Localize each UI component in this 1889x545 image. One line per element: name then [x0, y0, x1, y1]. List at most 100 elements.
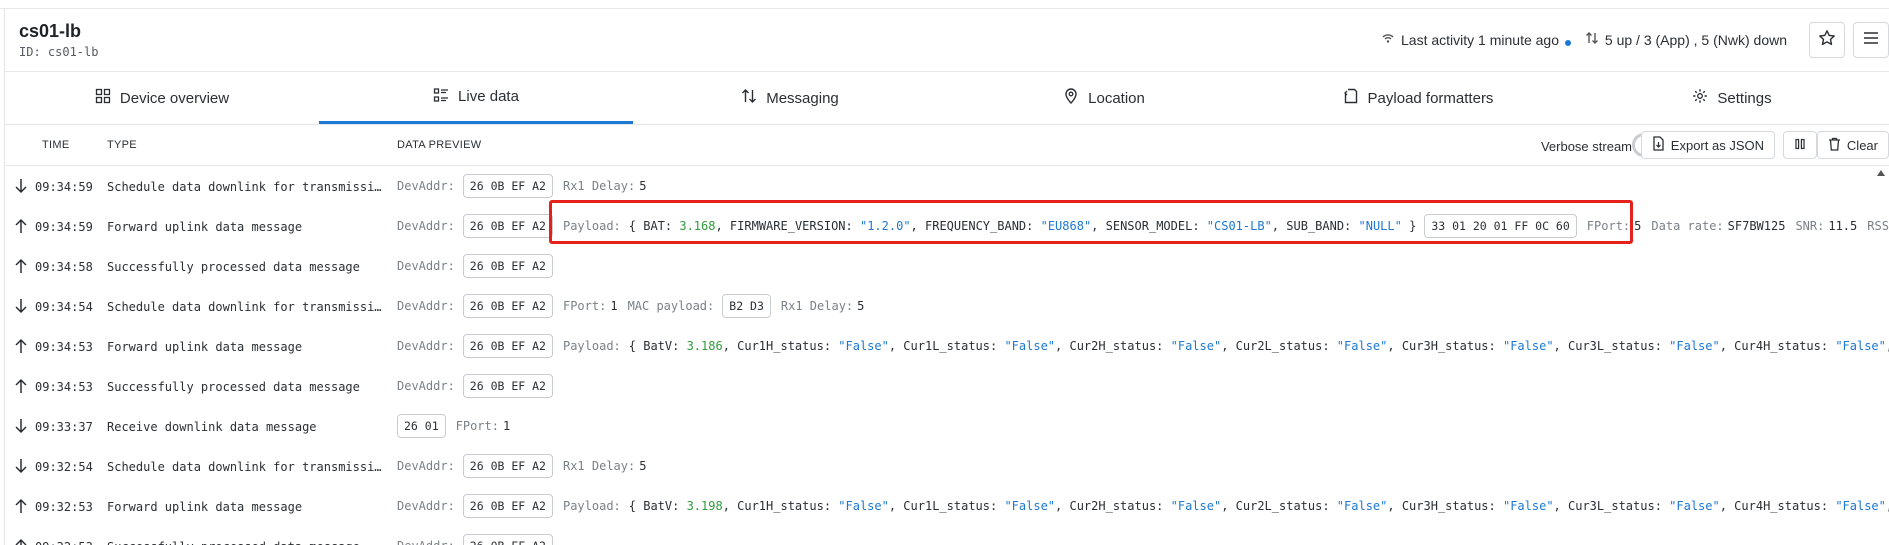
event-list: 09:34:59 Schedule data downlink for trans…	[5, 166, 1889, 545]
event-row[interactable]: 09:32:54 Schedule data downlink for trans…	[5, 446, 1889, 486]
data-preview: 26 01 FPort: 1	[397, 412, 510, 440]
field-value: 5	[639, 459, 647, 473]
pause-icon	[1794, 138, 1806, 153]
event-type: Successfully processed data message	[107, 260, 360, 274]
event-time: 09:34:59	[35, 220, 93, 234]
event-type: Schedule data downlink for transmissi…	[107, 300, 382, 314]
arrow-down-icon	[14, 418, 28, 434]
event-row[interactable]: 09:34:59 Schedule data downlink for trans…	[5, 166, 1889, 206]
tab-device-overview[interactable]: Device overview	[5, 72, 319, 124]
field-label: DevAddr:	[397, 499, 455, 513]
payload-key: , Cur1H_status:	[722, 339, 839, 353]
hex-chip[interactable]: 26 0B EF A2	[462, 334, 553, 358]
event-row[interactable]: 09:34:53 Forward uplink data message DevAd…	[5, 326, 1889, 366]
top-strip	[0, 0, 1889, 9]
field-label: Data rate:	[1651, 219, 1724, 233]
payload-string: "False"	[1502, 339, 1554, 353]
event-type: Successfully processed data message	[107, 380, 360, 394]
export-json-button[interactable]: Export as JSON	[1640, 131, 1775, 159]
menu-button[interactable]	[1853, 22, 1889, 58]
last-activity: Last activity 1 minute ago	[1381, 31, 1559, 48]
tab-location[interactable]: Location	[947, 72, 1261, 124]
field-label: Rx1 Delay:	[780, 299, 854, 313]
hex-chip[interactable]: 26 0B EF A2	[462, 534, 553, 545]
hex-chip[interactable]: 33 01 20 01 FF 0C 60	[1424, 214, 1577, 238]
scroll-up-arrow[interactable]	[1877, 170, 1885, 176]
arrow-up-icon	[14, 258, 28, 274]
event-time: 09:34:54	[35, 300, 93, 314]
payload-key: , Cur1L_status:	[888, 339, 1005, 353]
hex-chip[interactable]: 26 0B EF A2	[462, 374, 553, 398]
payload-string: "False"	[1835, 339, 1886, 353]
tab-label: Payload formatters	[1367, 89, 1494, 107]
hex-chip[interactable]: B2 D3	[722, 294, 771, 318]
payload-key: , FIRMWARE_VERSION:	[715, 219, 860, 233]
event-time: 09:34:59	[35, 180, 93, 194]
hex-chip[interactable]: 26 0B EF A2	[462, 254, 553, 278]
hex-chip[interactable]: 26 0B EF A2	[462, 174, 553, 198]
grid-icon	[95, 88, 111, 108]
pause-button[interactable]	[1783, 131, 1817, 159]
tab-label: Messaging	[766, 89, 839, 107]
payload-key: , Cur4H_status:	[1719, 499, 1836, 513]
list-icon	[433, 87, 449, 107]
payload-string: "False"	[838, 339, 889, 353]
field-label: DevAddr:	[397, 379, 455, 393]
event-row[interactable]: 09:34:58 Successfully processed data mess…	[5, 246, 1889, 286]
event-row[interactable]: 09:32:53 Successfully processed data mess…	[5, 526, 1889, 545]
event-row[interactable]: 09:34:59 Forward uplink data message DevAd…	[5, 206, 1889, 246]
data-preview: DevAddr: 26 0B EF A2 Payload: { BatV: 3.186…	[397, 332, 1889, 360]
column-header-data-preview: DATA PREVIEW	[397, 139, 482, 151]
payload-key: , SUB_BAND:	[1271, 219, 1359, 233]
star-button[interactable]	[1809, 22, 1845, 58]
hex-chip[interactable]: 26 0B EF A2	[462, 454, 553, 478]
payload-string: "EU868"	[1040, 219, 1092, 233]
star-icon	[1818, 29, 1836, 52]
field-value: 11.5	[1828, 219, 1858, 233]
field-value: SF7BW125	[1727, 219, 1786, 233]
tab-settings[interactable]: Settings	[1575, 72, 1889, 124]
payload-key: , Cur2H_status:	[1055, 339, 1171, 353]
tab-label: Location	[1088, 89, 1145, 107]
hex-chip[interactable]: 26 0B EF A2	[462, 214, 553, 238]
event-row[interactable]: 09:34:53 Successfully processed data mess…	[5, 366, 1889, 406]
code-file-icon	[1343, 88, 1359, 108]
field-value: 1	[610, 299, 618, 313]
payload-key: , Cur2L_status:	[1221, 339, 1337, 353]
payload-string: "False"	[838, 499, 889, 513]
field-label: FPort:	[562, 299, 607, 313]
hex-chip[interactable]: 26 0B EF A2	[462, 494, 553, 518]
payload-key: , Cur3L_status:	[1553, 499, 1670, 513]
field-label: Payload:	[562, 499, 621, 513]
tab-live-data[interactable]: Live data	[319, 72, 633, 124]
event-row[interactable]: 09:33:37 Receive downlink data message 26 …	[5, 406, 1889, 446]
data-preview: DevAddr: 26 0B EF A2	[397, 532, 553, 545]
payload-string: "CS01-LB"	[1206, 219, 1272, 233]
tab-label: Live data	[458, 88, 519, 105]
field-label: Rx1 Delay:	[562, 459, 636, 473]
gear-icon	[1692, 88, 1708, 108]
field-label: RSSI	[1867, 219, 1889, 233]
event-row[interactable]: 09:32:53 Forward uplink data message DevAd…	[5, 486, 1889, 526]
event-row[interactable]: 09:34:54 Schedule data downlink for trans…	[5, 286, 1889, 326]
data-preview: DevAddr: 26 0B EF A2 Rx1 Delay: 5	[397, 172, 646, 200]
field-label: MAC payload:	[627, 299, 715, 313]
tab-messaging[interactable]: Messaging	[633, 72, 947, 124]
trash-icon	[1828, 137, 1841, 154]
arrow-up-icon	[14, 338, 28, 354]
hex-chip[interactable]: 26 0B EF A2	[462, 294, 553, 318]
data-preview: DevAddr: 26 0B EF A2 Rx1 Delay: 5	[397, 452, 646, 480]
payload-key: , Cur3L_status:	[1553, 339, 1670, 353]
tab-payload-formatters[interactable]: Payload formatters	[1261, 72, 1575, 124]
hex-chip[interactable]: 26 01	[397, 414, 446, 438]
arrow-down-icon	[14, 458, 28, 474]
payload-key: , Cur1L_status:	[888, 499, 1005, 513]
field-label: SNR:	[1795, 219, 1825, 233]
event-time: 09:32:53	[35, 540, 93, 545]
up-down-arrows-icon	[1585, 31, 1599, 48]
field-label: DevAddr:	[397, 459, 455, 473]
clear-button[interactable]: Clear	[1816, 131, 1889, 159]
field-label: DevAddr:	[397, 339, 455, 353]
payload-string: "False"	[1336, 499, 1388, 513]
arrow-up-icon	[14, 538, 28, 545]
